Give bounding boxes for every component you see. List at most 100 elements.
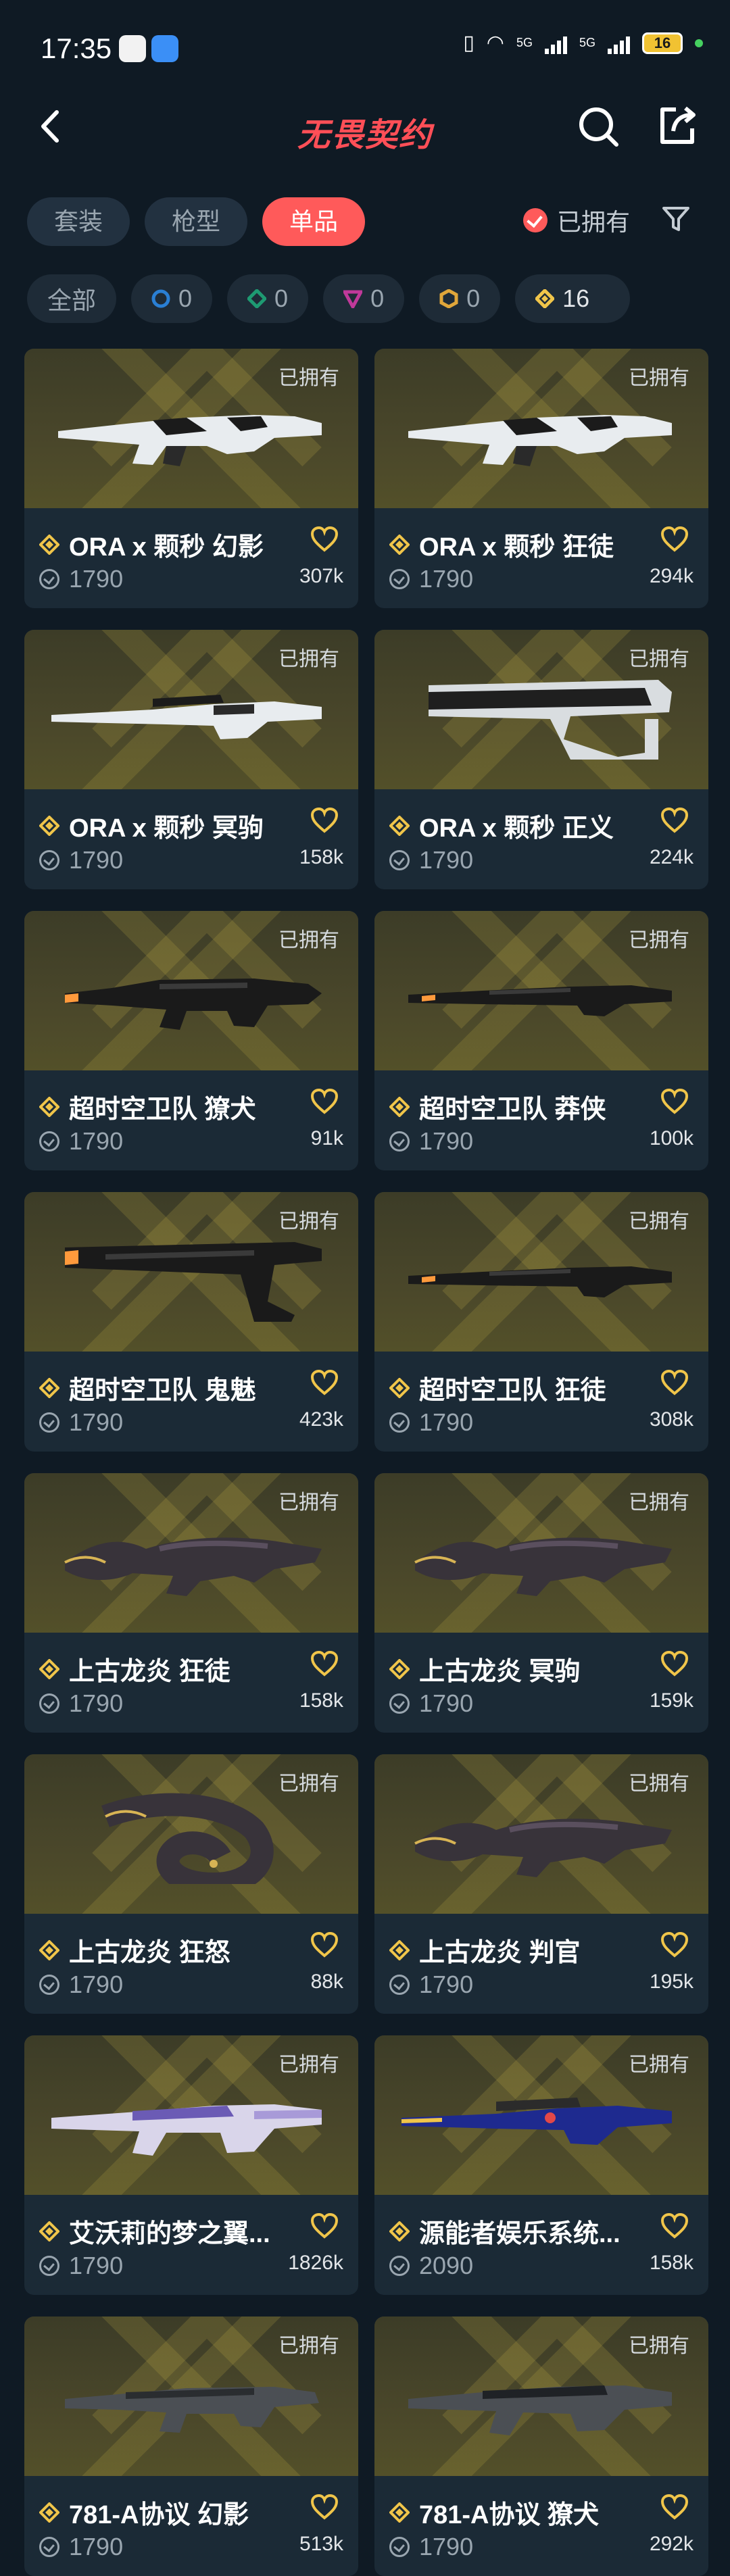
favorite-count: 423k: [299, 1408, 343, 1431]
price-row: 1790: [39, 846, 123, 874]
item-price: 1790: [69, 1408, 124, 1436]
chip-all[interactable]: 全部: [27, 274, 117, 323]
favorite-heart-icon[interactable]: [660, 2212, 689, 2239]
item-card[interactable]: 已拥有 上古龙炎 判官 1790 195k: [374, 1754, 708, 2014]
item-price: 1790: [69, 1971, 124, 1998]
chip-premium-tier[interactable]: 0: [323, 274, 405, 323]
valorant-points-icon: [389, 569, 410, 589]
weapon-skin-image: [408, 415, 672, 466]
status-bar: 17:35 ▯ ◠ 5G 5G 16: [0, 0, 730, 101]
favorite-heart-icon[interactable]: [310, 1650, 339, 1677]
ultra-tier-gem-icon: [389, 1096, 410, 1117]
favorite-heart-icon[interactable]: [660, 1650, 689, 1677]
search-icon[interactable]: [575, 103, 622, 150]
price-row: 1790: [389, 1408, 473, 1437]
valorant-points-icon: [39, 1131, 59, 1151]
vibrate-icon: ▯: [463, 32, 474, 54]
signal-icon: [544, 32, 567, 54]
item-card[interactable]: 已拥有 超时空卫队 鬼魅 1790 423k: [24, 1192, 358, 1452]
owned-filter-toggle[interactable]: 已拥有: [523, 203, 630, 238]
item-card[interactable]: 已拥有 ORA x 颗秒 正义 1790 224k: [374, 630, 708, 889]
valorant-points-icon: [389, 850, 410, 870]
ultra-tier-gem-icon: [535, 289, 555, 308]
favorite-heart-icon[interactable]: [310, 1931, 339, 1958]
weapon-skin-image: [65, 2387, 319, 2433]
weapon-skin-image: [101, 1793, 274, 1884]
item-name: 超时空卫队 鬼魅: [69, 1377, 256, 1405]
item-name-row: ORA x 颗秒 冥驹: [39, 807, 310, 844]
tab-weapon-type[interactable]: 枪型: [145, 197, 248, 246]
item-price: 1790: [69, 2533, 124, 2560]
item-card[interactable]: 已拥有 超时空卫队 狂徒 1790 308k: [374, 1192, 708, 1452]
valorant-points-icon: [389, 1975, 410, 1995]
item-name: ORA x 颗秒 幻影: [69, 533, 264, 562]
item-card[interactable]: 已拥有 781-A协议 獠犬 1790 292k: [374, 2317, 708, 2576]
weapon-skin-image: [414, 1818, 672, 1877]
chip-select-tier[interactable]: 0: [131, 274, 213, 323]
item-image: 已拥有: [374, 1192, 708, 1406]
ultra-tier-gem-icon: [39, 815, 59, 836]
item-name: 超时空卫队 獠犬: [69, 1095, 256, 1124]
owned-tag: 已拥有: [629, 1773, 689, 1795]
favorite-heart-icon[interactable]: [310, 807, 339, 834]
favorite-heart-icon[interactable]: [310, 2494, 339, 2521]
favorite-heart-icon[interactable]: [660, 807, 689, 834]
favorite-count: 158k: [299, 1689, 343, 1712]
item-card[interactable]: 已拥有 ORA x 颗秒 幻影 1790 307k: [24, 349, 358, 608]
favorite-heart-icon[interactable]: [660, 2494, 689, 2521]
chip-exclusive-tier[interactable]: 0: [419, 274, 501, 323]
qq-icon: [119, 35, 146, 62]
item-card[interactable]: 已拥有 781-A协议 幻影 1790 513k: [24, 2317, 358, 2576]
favorite-heart-icon[interactable]: [660, 1369, 689, 1396]
tab-bundle[interactable]: 套装: [27, 197, 130, 246]
ultra-tier-gem-icon: [389, 2502, 410, 2523]
weapon-skin-image: [402, 2098, 672, 2145]
item-name-row: 上古龙炎 判官: [389, 1931, 660, 1968]
item-price: 1790: [69, 565, 124, 593]
item-card[interactable]: 已拥有 超时空卫队 莽侠 1790 100k: [374, 911, 708, 1170]
item-card[interactable]: 已拥有 源能者娱乐系统... 2090 158k: [374, 2035, 708, 2295]
filter-icon[interactable]: [661, 204, 691, 234]
chip-deluxe-tier[interactable]: 0: [227, 274, 309, 323]
item-card[interactable]: 已拥有 上古龙炎 狂徒 1790 158k: [24, 1473, 358, 1733]
price-row: 1790: [39, 1127, 123, 1156]
item-card[interactable]: 已拥有 上古龙炎 冥驹 1790 159k: [374, 1473, 708, 1733]
share-icon[interactable]: [653, 103, 700, 150]
favorite-heart-icon[interactable]: [660, 1931, 689, 1958]
item-card[interactable]: 已拥有 超时空卫队 獠犬 1790 91k: [24, 911, 358, 1170]
item-name-row: 781-A协议 幻影: [39, 2494, 310, 2531]
item-price: 1790: [419, 1689, 474, 1717]
chip-ultra-tier[interactable]: 16: [515, 274, 631, 323]
favorite-heart-icon[interactable]: [310, 1088, 339, 1115]
ultra-tier-gem-icon: [389, 1658, 410, 1679]
item-name-row: 超时空卫队 鬼魅: [39, 1369, 310, 1406]
favorite-heart-icon[interactable]: [310, 2212, 339, 2239]
price-row: 2090: [389, 2252, 473, 2280]
item-card[interactable]: 已拥有 ORA x 颗秒 狂徒 1790 294k: [374, 349, 708, 608]
weapon-skin-image: [414, 1537, 672, 1596]
item-image: 已拥有: [24, 911, 358, 1124]
item-card[interactable]: 已拥有 上古龙炎 狂怒 1790 88k: [24, 1754, 358, 2014]
item-image: 已拥有: [374, 911, 708, 1124]
tab-single-item[interactable]: 单品: [262, 197, 366, 246]
item-name-row: ORA x 颗秒 幻影: [39, 526, 310, 563]
favorite-heart-icon[interactable]: [310, 526, 339, 553]
item-card[interactable]: 已拥有 艾沃莉的梦之翼... 1790 1826k: [24, 2035, 358, 2295]
item-name-row: 源能者娱乐系统...: [389, 2212, 660, 2250]
ultra-tier-gem-icon: [389, 1939, 410, 1960]
owned-tag: 已拥有: [629, 367, 689, 389]
item-price: 1790: [69, 1689, 124, 1717]
item-name: 781-A协议 幻影: [69, 2501, 249, 2529]
favorite-heart-icon[interactable]: [660, 1088, 689, 1115]
favorite-count: 195k: [649, 1971, 694, 1993]
item-card[interactable]: 已拥有 ORA x 颗秒 冥驹 1790 158k: [24, 630, 358, 889]
favorite-count: 307k: [299, 565, 343, 587]
item-name-row: 超时空卫队 狂徒: [389, 1369, 660, 1406]
favorite-count: 1826k: [288, 2252, 343, 2274]
favorite-heart-icon[interactable]: [310, 1369, 339, 1396]
favorite-heart-icon[interactable]: [660, 526, 689, 553]
item-image: 已拥有: [24, 1754, 358, 1968]
price-row: 1790: [39, 2252, 123, 2280]
item-name: 源能者娱乐系统...: [419, 2220, 620, 2248]
item-image: 已拥有: [374, 349, 708, 562]
